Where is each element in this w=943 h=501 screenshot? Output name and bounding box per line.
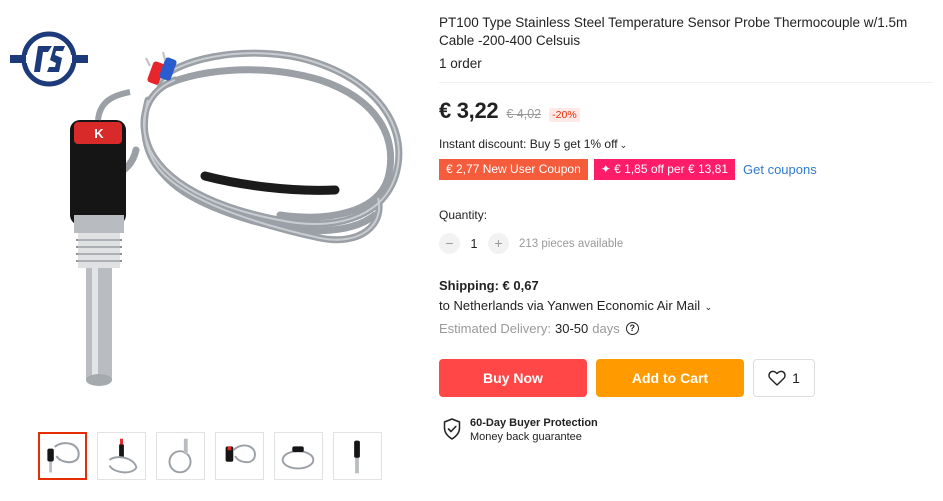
order-count: 1 order bbox=[439, 56, 482, 71]
decrease-quantity-button[interactable]: − bbox=[439, 233, 460, 254]
new-user-coupon[interactable]: € 2,77 New User Coupon bbox=[439, 159, 588, 180]
add-to-cart-button[interactable]: Add to Cart bbox=[596, 359, 744, 397]
price-row: € 3,22 € 4,02 -20% bbox=[439, 98, 580, 124]
thumbnail-4[interactable] bbox=[215, 432, 264, 480]
increase-quantity-button[interactable]: + bbox=[488, 233, 509, 254]
chevron-down-icon: ⌄ bbox=[702, 302, 713, 312]
quantity-input[interactable]: 1 bbox=[460, 237, 488, 251]
thumbnail-image bbox=[281, 446, 315, 470]
discount-badge: -20% bbox=[549, 108, 580, 122]
estimated-delivery: Estimated Delivery: 30-50 days ? bbox=[439, 321, 639, 336]
thermocouple-type-label: K bbox=[94, 126, 104, 141]
store-coupon[interactable]: ✦ € 1,85 off per € 13,81 bbox=[593, 159, 736, 180]
thumbnail-5[interactable] bbox=[274, 432, 323, 480]
product-title: PT100 Type Stainless Steel Temperature S… bbox=[439, 15, 908, 48]
help-icon[interactable]: ? bbox=[625, 322, 639, 335]
thumbnail-image bbox=[354, 440, 360, 474]
original-price: € 4,02 bbox=[506, 107, 542, 121]
thumbnail-3[interactable] bbox=[156, 432, 205, 480]
store-logo bbox=[10, 31, 88, 87]
thumbnail-image bbox=[168, 438, 192, 474]
pieces-available: 213 pieces available bbox=[519, 237, 624, 250]
thumbnail-1[interactable] bbox=[38, 432, 87, 480]
thumbnail-image bbox=[108, 438, 138, 474]
thumbnail-image bbox=[47, 442, 80, 473]
shipping-route: to Netherlands via Yanwen Economic Air M… bbox=[439, 298, 701, 313]
product-gallery: K bbox=[0, 0, 420, 501]
wishlist-count: 1 bbox=[792, 370, 800, 386]
thumbnail-2[interactable] bbox=[97, 432, 146, 480]
shipping-cost: Shipping: € 0,67 bbox=[439, 278, 539, 293]
current-price: € 3,22 bbox=[439, 98, 499, 123]
shield-check-icon bbox=[443, 418, 461, 440]
chevron-down-icon: ⌄ bbox=[619, 140, 628, 150]
wishlist-button[interactable]: 1 bbox=[753, 359, 815, 397]
estimated-delivery-label: Estimated Delivery: bbox=[439, 321, 551, 336]
divider bbox=[439, 82, 933, 83]
estimated-delivery-value: 30-50 bbox=[554, 321, 589, 336]
thumbnail-6[interactable] bbox=[333, 432, 382, 480]
heart-icon bbox=[768, 370, 786, 386]
get-coupons-link[interactable]: Get coupons bbox=[743, 162, 817, 177]
instant-discount-dropdown[interactable]: Instant discount: Buy 5 get 1% off ⌄ bbox=[439, 137, 627, 151]
thumbnail-strip bbox=[38, 432, 382, 480]
buyer-protection-subtitle: Money back guarantee bbox=[470, 431, 582, 443]
buy-now-button[interactable]: Buy Now bbox=[439, 359, 587, 397]
main-product-image[interactable]: K bbox=[0, 0, 420, 420]
instant-discount-label: Instant discount: Buy 5 get 1% off bbox=[439, 137, 618, 151]
product-info-panel: PT100 Type Stainless Steel Temperature S… bbox=[439, 0, 933, 501]
estimated-delivery-unit: days bbox=[592, 321, 620, 336]
shipping-method-dropdown[interactable]: to Netherlands via Yanwen Economic Air M… bbox=[439, 298, 712, 313]
quantity-stepper: − 1 + 213 pieces available bbox=[439, 233, 623, 254]
thumbnail-image bbox=[225, 444, 256, 464]
buyer-protection-title: 60-Day Buyer Protection bbox=[470, 417, 598, 429]
buyer-protection: 60-Day Buyer Protection Money back guara… bbox=[443, 416, 598, 445]
quantity-label: Quantity: bbox=[439, 208, 488, 222]
coupon-row: € 2,77 New User Coupon ✦ € 1,85 off per … bbox=[439, 159, 817, 180]
